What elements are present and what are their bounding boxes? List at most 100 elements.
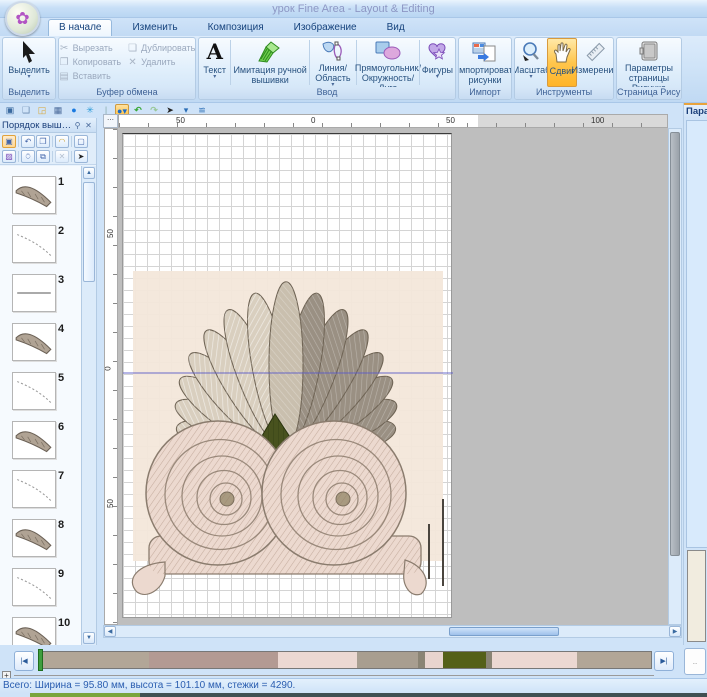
- zoom-tool-button[interactable]: Масштаб ▾: [515, 38, 547, 87]
- ribbon: Выделить ▾ Выделить ✂Вырезать ❐Копироват…: [0, 36, 707, 103]
- sew-order-item-2[interactable]: [12, 225, 56, 263]
- stitch-flower-icon[interactable]: ✳: [83, 104, 97, 117]
- tab-view[interactable]: Вид: [377, 20, 415, 36]
- sewing-order-scrollbar[interactable]: ▲ ▼: [81, 166, 96, 645]
- save-icon[interactable]: ▦: [51, 104, 65, 117]
- ribbon-tab-bar: В начале Изменить Композиция Изображение Вид: [0, 18, 707, 36]
- sewing-order-panel: Порядок вышивания ⚲ ✕ ▣ ↶ ❐ ◠ ▢ ▨ ⍥ ⧉ ✕ …: [0, 118, 97, 645]
- scroll-up-icon[interactable]: ▲: [83, 167, 95, 179]
- delete-piece-icon[interactable]: ✕: [55, 150, 69, 163]
- line-region-button[interactable]: Линия/Область ▾: [310, 38, 356, 87]
- ribbon-group-clipboard: ✂Вырезать ❐Копировать ▤Вставить ❏Дублиро…: [58, 37, 196, 100]
- design-page-settings-button[interactable]: Параметры страницы Рисунка: [617, 38, 681, 87]
- stitch-thumbnail: [13, 373, 55, 409]
- hand-stitch-imitation-button[interactable]: Имитация ручной вышивки: [231, 38, 309, 87]
- clipboard-icon: ▤: [59, 71, 70, 82]
- canvas-horizontal-scrollbar[interactable]: ◀ ▶: [103, 625, 682, 638]
- open-folder-icon[interactable]: ◲: [35, 104, 49, 117]
- cut-label: Вырезать: [73, 43, 113, 53]
- scissors-icon: ✂: [59, 43, 70, 54]
- tab-edit[interactable]: Изменить: [122, 20, 187, 36]
- sew-curve-icon[interactable]: ⍥: [21, 150, 35, 163]
- design-property-icon[interactable]: ▣: [3, 104, 17, 117]
- panel-resize-grip[interactable]: ..: [684, 648, 706, 675]
- simulator-position-slider[interactable]: [38, 649, 43, 671]
- duplicate-icon: ❏: [127, 43, 138, 54]
- stitch-thumbnail: [13, 569, 55, 605]
- magnifier-icon: [520, 40, 542, 64]
- duplicate-button[interactable]: ❏Дублировать: [127, 41, 195, 55]
- color-change-icon[interactable]: ▨: [2, 150, 16, 163]
- select-button[interactable]: Выделить ▾: [7, 38, 51, 87]
- scrollbar-thumb[interactable]: [449, 627, 559, 636]
- sew-order-item-8[interactable]: [12, 519, 56, 557]
- scrollbar-thumb[interactable]: [670, 132, 680, 556]
- tab-composition[interactable]: Композиция: [198, 20, 274, 36]
- shapes-button[interactable]: Фигуры ▾: [420, 38, 455, 87]
- design-preview-thumbnail: [687, 550, 706, 642]
- parameters-panel-title[interactable]: Параметры: [684, 103, 707, 118]
- hoop-frame-icon[interactable]: ▢: [74, 135, 88, 148]
- move-forward-icon[interactable]: ❐: [36, 135, 50, 148]
- hoop-icon[interactable]: ●: [67, 104, 81, 117]
- close-panel-icon[interactable]: ✕: [83, 121, 94, 130]
- sew-order-item-3[interactable]: [12, 274, 56, 312]
- sew-order-item-10[interactable]: [12, 617, 56, 645]
- chevron-down-icon: ▾: [436, 75, 439, 80]
- sew-order-item-1[interactable]: [12, 176, 56, 214]
- new-document-icon[interactable]: ❑: [19, 104, 33, 117]
- design-canvas[interactable]: [118, 128, 668, 625]
- ruler-label: 0: [311, 116, 315, 125]
- tab-image[interactable]: Изображение: [284, 20, 367, 36]
- import-designs-button[interactable]: Импортировать рисунки: [459, 38, 511, 87]
- sewing-order-title: Порядок вышивания: [2, 120, 72, 131]
- sew-order-item-4[interactable]: [12, 323, 56, 361]
- rect-circle-arc-button[interactable]: Прямоугольник/ Окружность/Дуга: [357, 38, 419, 87]
- measure-tool-button[interactable]: Измерение: [577, 38, 613, 87]
- simulator-next-icon[interactable]: ▶|: [654, 651, 674, 671]
- shapes-icon: [425, 40, 449, 64]
- sew-order-number: 3: [58, 274, 64, 286]
- ruler-label: 50: [106, 229, 115, 238]
- status-bar: Всего: Ширина = 95.80 мм, высота = 101.1…: [0, 678, 707, 693]
- lock-icon[interactable]: ◠: [55, 135, 69, 148]
- copy-button[interactable]: ❐Копировать: [59, 55, 121, 69]
- scroll-right-icon[interactable]: ▶: [669, 626, 681, 637]
- thread-color-segment: [357, 652, 418, 668]
- thread-color-sequence-strip[interactable]: [38, 651, 652, 669]
- pin-panel-icon[interactable]: ⚲: [72, 121, 83, 130]
- group-pieces-icon[interactable]: ⧉: [36, 150, 50, 163]
- ribbon-group-design-page: Параметры страницы Рисунка Страница Рису…: [616, 37, 682, 100]
- vertical-ruler: 50050: [104, 128, 118, 625]
- sew-order-number: 2: [58, 225, 64, 237]
- canvas-vertical-scrollbar[interactable]: [668, 128, 682, 625]
- pointer-icon[interactable]: ➤: [74, 150, 88, 163]
- ruler-origin-box[interactable]: ⋯: [103, 114, 118, 128]
- pan-tool-button[interactable]: Сдвиг: [547, 38, 577, 87]
- application-menu-button[interactable]: ✿: [5, 1, 40, 36]
- sew-order-item-5[interactable]: [12, 372, 56, 410]
- scrollbar-thumb[interactable]: [83, 182, 95, 282]
- sew-order-item-6[interactable]: [12, 421, 56, 459]
- cut-button[interactable]: ✂Вырезать: [59, 41, 121, 55]
- scroll-left-icon[interactable]: ◀: [104, 626, 116, 637]
- taskbar-sliver: [0, 693, 707, 697]
- select-frame-icon[interactable]: ▣: [2, 135, 16, 148]
- palmette-embroidery-design[interactable]: [123, 134, 453, 619]
- scroll-down-icon[interactable]: ▼: [83, 632, 95, 644]
- ruler-label: 100: [591, 116, 604, 125]
- sew-order-item-7[interactable]: [12, 470, 56, 508]
- tab-home[interactable]: В начале: [48, 19, 112, 36]
- design-page[interactable]: [122, 133, 452, 618]
- text-tool-button[interactable]: A Текст ▾: [199, 38, 230, 87]
- ruler-label: 50: [106, 499, 115, 508]
- design-totals-text: Всего: Ширина = 95.80 мм, высота = 101.1…: [3, 680, 295, 691]
- move-backward-icon[interactable]: ↶: [21, 135, 35, 148]
- delete-button[interactable]: ✕Удалить: [127, 55, 195, 69]
- simulator-prev-icon[interactable]: |◀: [14, 651, 34, 671]
- text-icon: A: [207, 40, 223, 64]
- paste-button[interactable]: ▤Вставить: [59, 69, 121, 83]
- copy-label: Копировать: [73, 57, 121, 67]
- sew-order-item-9[interactable]: [12, 568, 56, 606]
- chevron-down-icon: ▾: [213, 75, 216, 80]
